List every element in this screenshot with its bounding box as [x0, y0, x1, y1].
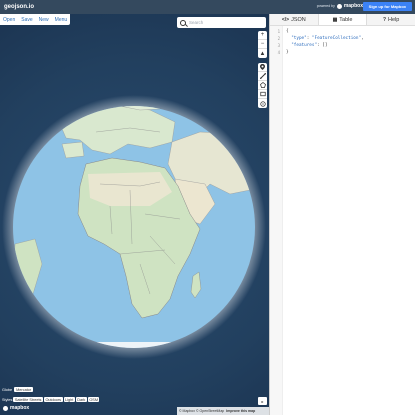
zoom-controls: + − ▲: [258, 31, 267, 58]
mercator-button[interactable]: Mercator: [14, 387, 34, 392]
mapbox-logo[interactable]: mapbox: [3, 405, 29, 411]
new-button[interactable]: New: [36, 17, 52, 23]
app-title: geojson.io: [4, 4, 34, 10]
search-box[interactable]: Search: [177, 17, 266, 28]
polygon-icon[interactable]: [258, 81, 267, 90]
style-dark[interactable]: Dark: [75, 397, 87, 402]
save-button[interactable]: Save: [18, 17, 35, 23]
panel-tabs: </> JSON ▦ Table ? Help: [270, 14, 415, 26]
table-icon: ▦: [332, 16, 338, 23]
style-switcher: Styles Satellite Streets Outdoors Light …: [2, 397, 100, 402]
tab-json[interactable]: </> JSON: [270, 14, 319, 25]
circle-icon[interactable]: [258, 99, 267, 108]
json-value: "FeatureCollection": [311, 36, 362, 41]
code-open-brace: {: [286, 29, 289, 34]
globe-map: [2, 95, 266, 359]
app: geojson.io powered by mapbox Sign up for…: [0, 0, 415, 415]
powered-by: powered by mapbox: [317, 3, 363, 9]
open-button[interactable]: Open: [0, 17, 18, 23]
search-input[interactable]: Search: [189, 20, 203, 25]
draw-toolbar: [258, 63, 267, 108]
style-osm[interactable]: OSM: [87, 397, 100, 402]
tab-table-label: Table: [339, 16, 353, 23]
line-number: 3: [277, 43, 280, 48]
style-outdoors[interactable]: Outdoors: [43, 397, 63, 402]
style-satellite-streets[interactable]: Satellite Streets: [13, 397, 43, 402]
improve-map-link[interactable]: Improve this map: [226, 409, 255, 413]
map-attribution: © Mapbox © OpenStreetMap Improve this ma…: [177, 407, 269, 415]
line-number: 4: [277, 50, 280, 55]
tab-help[interactable]: ? Help: [367, 14, 415, 25]
json-editor[interactable]: 1 2 3 4 { "type": "FeatureCollection", "…: [270, 26, 415, 415]
powered-by-label: powered by: [316, 4, 335, 8]
mapbox-wordmark: mapbox: [343, 3, 363, 9]
code-line: }: [286, 49, 364, 56]
mapbox-logo-text: mapbox: [10, 405, 30, 411]
code-close-brace: }: [286, 50, 289, 55]
line-number: 2: [277, 36, 280, 41]
code-line: {: [286, 28, 364, 35]
code-lines[interactable]: { "type": "FeatureCollection", "features…: [283, 26, 364, 415]
marker-icon[interactable]: [258, 63, 267, 72]
attribution-text[interactable]: © Mapbox © OpenStreetMap: [179, 409, 224, 413]
line-number: 1: [277, 29, 280, 34]
search-icon: [180, 19, 186, 26]
tab-help-label: Help: [388, 16, 400, 23]
json-value: []: [322, 43, 328, 48]
top-bar: geojson.io powered by mapbox Sign up for…: [0, 0, 415, 14]
projection-label: Globe: [2, 387, 13, 392]
help-icon: ?: [382, 16, 387, 23]
projection-switcher: Globe Mercator: [2, 387, 34, 392]
code-icon: </>: [281, 16, 290, 23]
mapbox-logo-icon: [3, 405, 8, 411]
styles-label: Styles: [2, 397, 13, 402]
code-line: "features": []: [291, 43, 328, 48]
json-key: "type": [291, 36, 307, 41]
line-gutter: 1 2 3 4: [270, 26, 283, 415]
file-menu: Open Save New Menu: [0, 14, 71, 25]
mapbox-logo-icon: [336, 3, 342, 9]
tab-table[interactable]: ▦ Table: [318, 14, 368, 25]
tab-json-label: JSON: [291, 16, 306, 23]
collapse-panel-button[interactable]: ▸: [258, 397, 267, 405]
map-canvas[interactable]: [0, 14, 269, 415]
menu-button[interactable]: Menu: [52, 17, 71, 23]
json-key: "features": [291, 43, 318, 48]
compass-button[interactable]: ▲: [258, 49, 267, 58]
signup-button[interactable]: Sign up for Mapbox: [362, 2, 412, 11]
zoom-out-button[interactable]: −: [258, 40, 267, 49]
code-line: "type": "FeatureCollection",: [291, 36, 364, 41]
side-panel: </> JSON ▦ Table ? Help 1 2 3 4 { "type"…: [269, 14, 415, 415]
line-icon[interactable]: [258, 72, 267, 81]
rectangle-icon[interactable]: [258, 90, 267, 99]
zoom-in-button[interactable]: +: [258, 31, 267, 40]
style-light[interactable]: Light: [63, 397, 75, 402]
